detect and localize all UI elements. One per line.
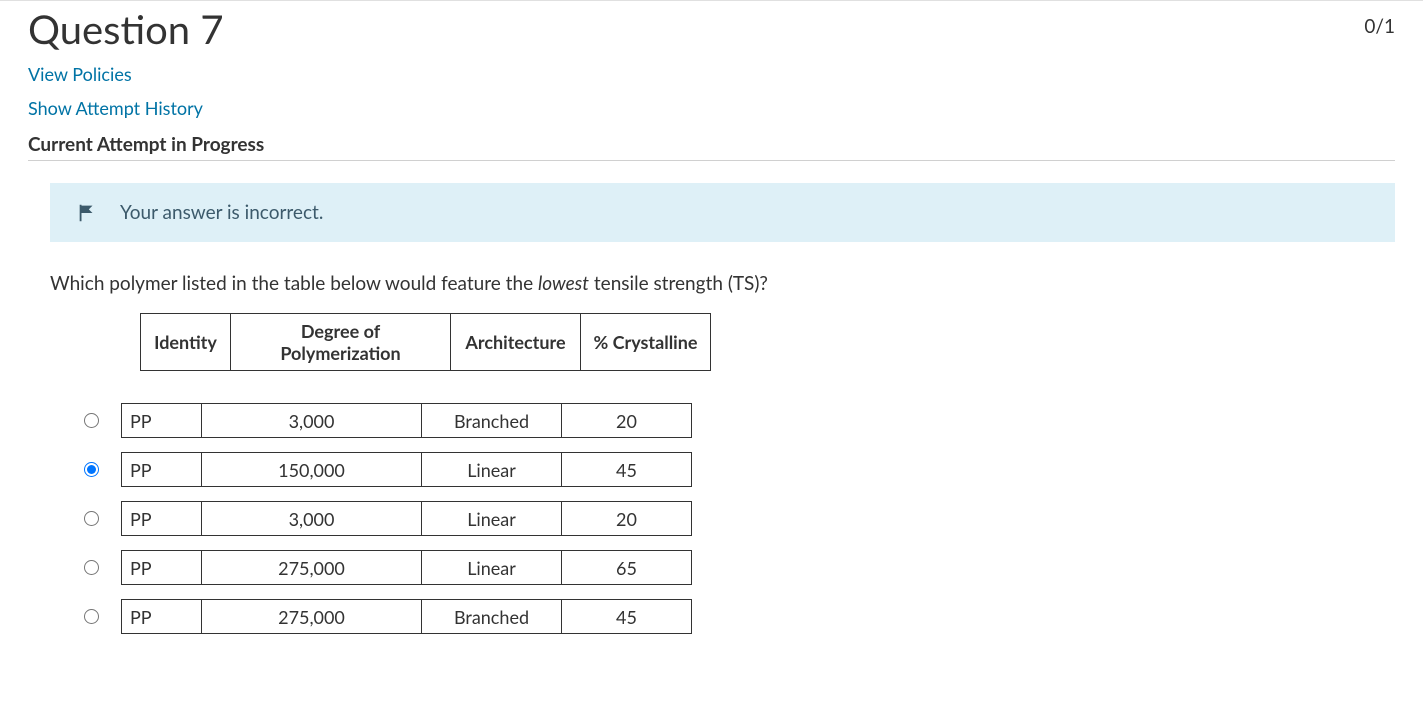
option-row: PP3,000Branched20 xyxy=(84,403,1395,438)
cell-architecture: Branched xyxy=(422,404,562,438)
option-table: PP275,000Linear65 xyxy=(121,550,692,585)
options-list: PP3,000Branched20PP150,000Linear45PP3,00… xyxy=(84,403,1395,634)
option-radio[interactable] xyxy=(84,462,99,477)
option-radio[interactable] xyxy=(84,413,99,428)
prompt-emph: lowest xyxy=(538,272,589,295)
option-table: PP275,000Branched45 xyxy=(121,599,692,634)
cell-architecture: Branched xyxy=(422,600,562,634)
prompt-post: tensile strength (TS)? xyxy=(589,272,768,295)
cell-identity: PP xyxy=(122,453,202,487)
option-table: PP3,000Linear20 xyxy=(121,501,692,536)
option-table: PP3,000Branched20 xyxy=(121,403,692,438)
option-row: PP3,000Linear20 xyxy=(84,501,1395,536)
cell-dp: 275,000 xyxy=(202,551,422,585)
cell-architecture: Linear xyxy=(422,551,562,585)
flag-icon xyxy=(76,202,98,224)
header-table: Identity Degree of Polymerization Archit… xyxy=(140,313,711,371)
option-table: PP150,000Linear45 xyxy=(121,452,692,487)
cell-dp: 3,000 xyxy=(202,502,422,536)
feedback-text: Your answer is incorrect. xyxy=(120,201,323,224)
question-prompt: Which polymer listed in the table below … xyxy=(50,272,1395,295)
th-dp: Degree of Polymerization xyxy=(231,314,451,371)
option-row: PP275,000Linear65 xyxy=(84,550,1395,585)
cell-crystalline: 45 xyxy=(562,453,692,487)
question-title: Question 7 xyxy=(28,5,224,53)
cell-identity: PP xyxy=(122,551,202,585)
cell-identity: PP xyxy=(122,600,202,634)
cell-identity: PP xyxy=(122,404,202,438)
question-score: 0/1 xyxy=(1364,15,1395,38)
cell-identity: PP xyxy=(122,502,202,536)
cell-dp: 275,000 xyxy=(202,600,422,634)
option-radio[interactable] xyxy=(84,511,99,526)
cell-architecture: Linear xyxy=(422,453,562,487)
option-radio[interactable] xyxy=(84,609,99,624)
cell-crystalline: 20 xyxy=(562,404,692,438)
view-policies-link[interactable]: View Policies xyxy=(28,63,132,85)
current-attempt-label: Current Attempt in Progress xyxy=(28,133,1395,161)
option-row: PP275,000Branched45 xyxy=(84,599,1395,634)
cell-dp: 3,000 xyxy=(202,404,422,438)
cell-dp: 150,000 xyxy=(202,453,422,487)
option-radio[interactable] xyxy=(84,560,99,575)
cell-crystalline: 45 xyxy=(562,600,692,634)
option-row: PP150,000Linear45 xyxy=(84,452,1395,487)
feedback-banner: Your answer is incorrect. xyxy=(50,183,1395,242)
cell-crystalline: 65 xyxy=(562,551,692,585)
th-crystalline: % Crystalline xyxy=(581,314,711,371)
th-architecture: Architecture xyxy=(451,314,581,371)
show-attempt-history-link[interactable]: Show Attempt History xyxy=(28,97,203,119)
cell-crystalline: 20 xyxy=(562,502,692,536)
cell-architecture: Linear xyxy=(422,502,562,536)
prompt-pre: Which polymer listed in the table below … xyxy=(50,272,538,295)
th-identity: Identity xyxy=(141,314,231,371)
